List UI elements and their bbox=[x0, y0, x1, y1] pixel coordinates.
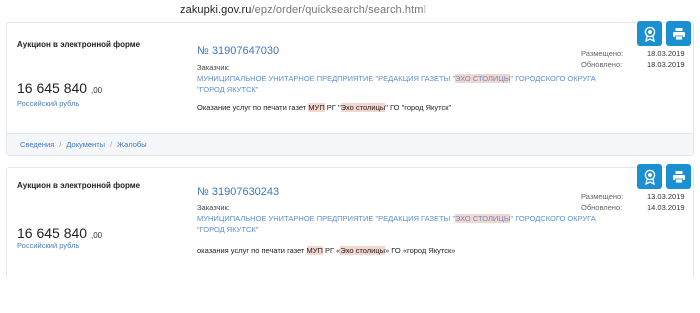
posted-date: 18.03.2019 bbox=[647, 49, 685, 58]
tab-info-link[interactable]: Сведения bbox=[20, 140, 54, 149]
print-icon bbox=[672, 170, 685, 183]
updated-date: 14.03.2019 bbox=[647, 202, 685, 212]
address-path: /epz/order/quicksearch/search.htm bbox=[251, 4, 424, 16]
print-icon bbox=[672, 27, 685, 40]
address-host: zakupki.gov.ru bbox=[180, 4, 252, 16]
search-highlight: ЭХО СТОЛИЦЫ bbox=[455, 74, 511, 83]
search-highlight: ЭХО СТОЛИЦЫ bbox=[455, 214, 511, 223]
procurement-type: Аукцион в электронной форме bbox=[17, 181, 141, 190]
subject-text: РГ « bbox=[322, 246, 341, 255]
customer-name-link[interactable]: МУНИЦИПАЛЬНОЕ УНИТАРНОЕ ПРЕДПРИЯТИЕ "РЕД… bbox=[197, 73, 597, 95]
price: 16 645 840 ,00 bbox=[17, 225, 102, 241]
dates: Размещено: 13.03.2019 Обновлено: 14.03.201… bbox=[581, 192, 685, 213]
customer-label: Заказчик: bbox=[197, 63, 230, 72]
award-button[interactable] bbox=[637, 21, 662, 46]
subject-text: » ГО «город Якутск» bbox=[385, 246, 456, 255]
subject-text: оказания услуг по печати газет bbox=[197, 246, 307, 255]
customer-name-link[interactable]: МУНИЦИПАЛЬНОЕ УНИТАРНОЕ ПРЕДПРИЯТИЕ "РЕД… bbox=[197, 213, 597, 235]
subject-text: РГ " bbox=[324, 103, 341, 112]
subject-text: " ГО "город Якутск" bbox=[385, 103, 452, 112]
search-highlight: Эхо столицы bbox=[340, 103, 386, 112]
price: 16 645 840 ,00 bbox=[17, 80, 102, 96]
customer-label: Заказчик: bbox=[197, 203, 230, 212]
purchase-card: Аукцион в электронной форме 16 645 840 ,… bbox=[6, 21, 694, 156]
currency: Российский рубль bbox=[17, 99, 80, 108]
posted-date: 13.03.2019 bbox=[647, 192, 685, 201]
print-button[interactable] bbox=[666, 21, 691, 46]
card-footer: Сведения / Документы / Жалобы bbox=[7, 133, 693, 155]
purchase-card: Аукцион в электронной форме 16 645 840 ,… bbox=[6, 164, 694, 277]
separator: / bbox=[59, 140, 62, 149]
posted-label: Размещено: bbox=[581, 49, 624, 58]
purchase-subject: оказания услуг по печати газет МУП РГ «Э… bbox=[197, 246, 455, 255]
purchase-subject: Оказание услуг по печати газет МУП РГ "Э… bbox=[197, 103, 451, 112]
price-cents: ,00 bbox=[90, 231, 103, 240]
tab-documents-link[interactable]: Документы bbox=[66, 140, 105, 149]
address-bar[interactable]: zakupki.gov.ru/epz/order/quicksearch/sea… bbox=[180, 4, 426, 16]
posted-label: Размещено: bbox=[581, 192, 624, 201]
separator: / bbox=[110, 140, 113, 149]
award-icon bbox=[644, 169, 655, 185]
customer-name-part: МУНИЦИПАЛЬНОЕ УНИТАРНОЕ ПРЕДПРИЯТИЕ "РЕД… bbox=[197, 74, 456, 83]
address-fade: l bbox=[423, 4, 427, 16]
price-main: 16 645 840 bbox=[17, 80, 88, 96]
procurement-type: Аукцион в электронной форме bbox=[17, 40, 141, 49]
award-icon bbox=[644, 26, 655, 42]
registry-number-link[interactable]: № 31907647030 bbox=[197, 45, 279, 57]
price-cents: ,00 bbox=[90, 86, 103, 95]
subject-text: Оказание услуг по печати газет bbox=[197, 103, 309, 112]
updated-label: Обновлено: bbox=[581, 59, 623, 69]
search-highlight: Эхо столицы bbox=[340, 246, 386, 255]
tab-complaints-link[interactable]: Жалобы bbox=[117, 140, 147, 149]
price-main: 16 645 840 bbox=[17, 225, 88, 241]
dates: Размещено: 18.03.2019 Обновлено: 18.03.201… bbox=[581, 49, 685, 70]
customer-name-part: МУНИЦИПАЛЬНОЕ УНИТАРНОЕ ПРЕДПРИЯТИЕ "РЕД… bbox=[197, 214, 456, 223]
registry-number-link[interactable]: № 31907630243 bbox=[197, 186, 279, 198]
print-button[interactable] bbox=[666, 164, 691, 189]
updated-date: 18.03.2019 bbox=[647, 59, 685, 69]
search-highlight: МУП bbox=[306, 246, 323, 255]
search-highlight: МУП bbox=[308, 103, 325, 112]
currency: Российский рубль bbox=[17, 241, 80, 250]
updated-label: Обновлено: bbox=[581, 202, 623, 212]
award-button[interactable] bbox=[637, 164, 662, 189]
